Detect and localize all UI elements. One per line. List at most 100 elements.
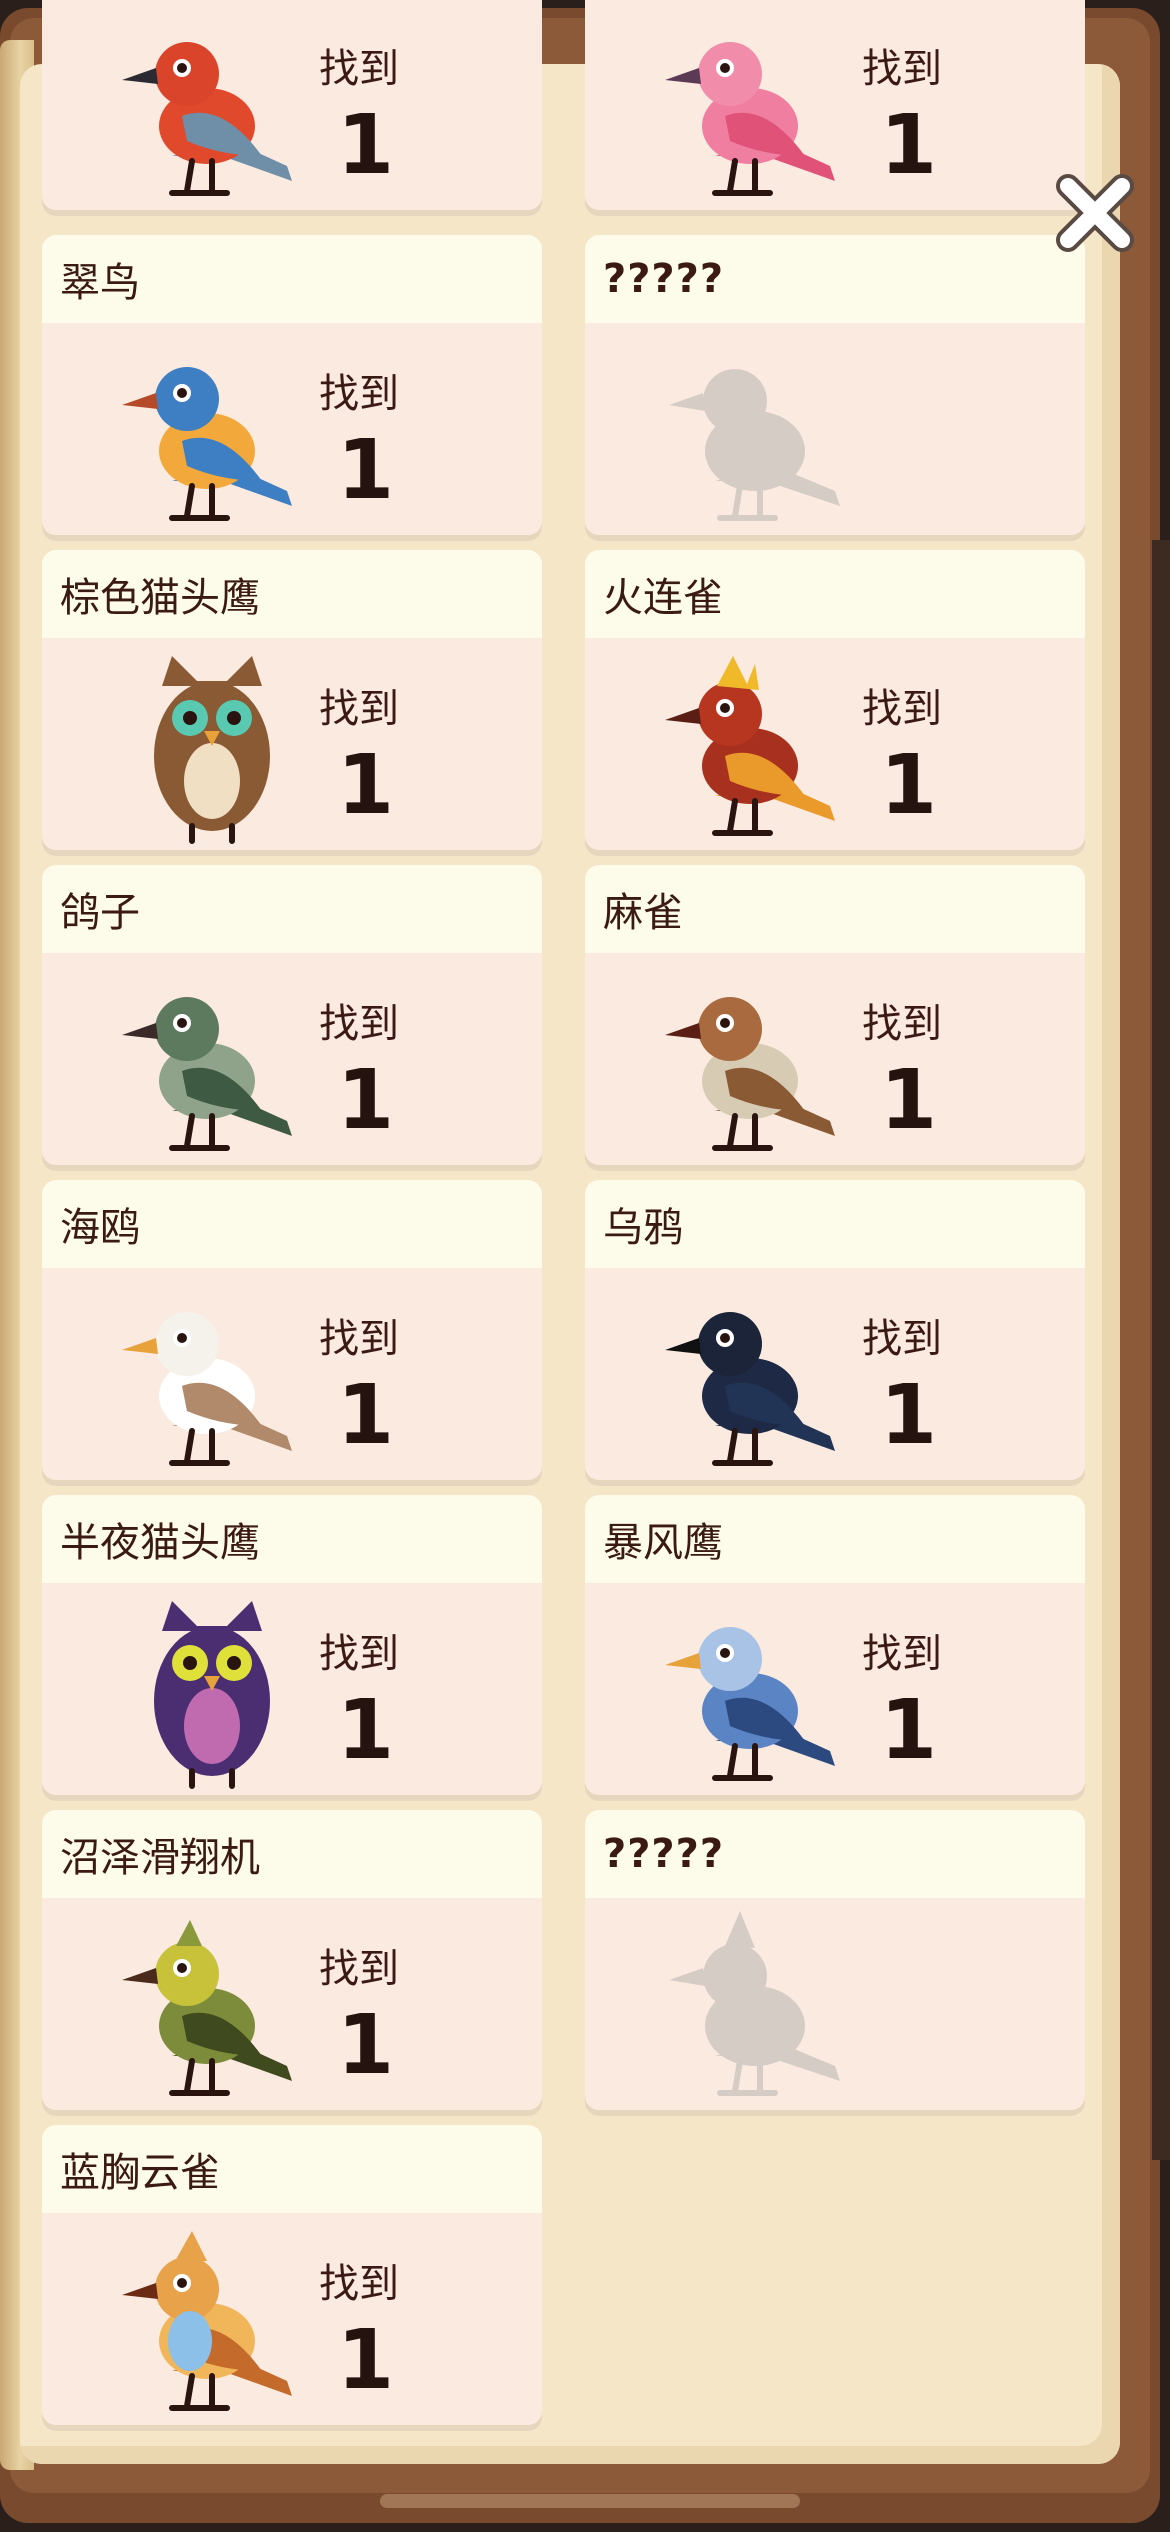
bird-card-body: 找到 1 — [585, 0, 1085, 210]
bird-card[interactable]: 暴风鹰 找到 1 — [585, 1495, 1085, 1795]
found-label: 找到 — [319, 1001, 399, 1047]
bird-name: 麻雀 — [603, 890, 683, 936]
bird-name: 半夜猫头鹰 — [60, 1520, 260, 1566]
bird-card-body: 找到 1 — [42, 2213, 542, 2425]
bird-card[interactable]: 麻雀 找到 1 — [585, 865, 1085, 1165]
close-icon[interactable] — [1050, 168, 1140, 258]
bird-card-body: 找到 1 — [42, 638, 542, 850]
found-label: 找到 — [319, 46, 399, 92]
fire-waxwing-icon — [655, 646, 855, 846]
bird-card[interactable]: 找到 1 — [585, 0, 1085, 210]
bird-card-body: 找到 1 — [42, 323, 542, 535]
bird-card-body: 找到 1 — [585, 638, 1085, 850]
bird-card-header: 乌鸦 — [585, 1180, 1085, 1268]
found-count: 1 — [337, 1368, 395, 1463]
found-label: 找到 — [862, 1001, 942, 1047]
bird-name: 乌鸦 — [603, 1205, 683, 1251]
bird-card-header: 火连雀 — [585, 550, 1085, 638]
bird-card-header: ????? — [585, 235, 1085, 323]
found-label: 找到 — [319, 1946, 399, 1992]
bird-card[interactable]: 火连雀 找到 1 — [585, 550, 1085, 850]
silhouette-bird-icon — [655, 331, 855, 531]
storm-hawk-icon — [655, 1591, 855, 1791]
pink-bird-icon — [655, 6, 855, 206]
bird-card[interactable]: 棕色猫头鹰 找到 1 — [42, 550, 542, 850]
bird-card-body: 找到 1 — [42, 1898, 542, 2110]
bird-card[interactable]: 沼泽滑翔机 找到 1 — [42, 1810, 542, 2110]
found-count: 1 — [880, 1368, 938, 1463]
bird-name: 棕色猫头鹰 — [60, 575, 260, 621]
bird-card-header: 沼泽滑翔机 — [42, 1810, 542, 1898]
found-count: 1 — [337, 98, 395, 193]
sparrow-icon — [655, 961, 855, 1161]
bird-card-header: 翠鸟 — [42, 235, 542, 323]
found-label: 找到 — [319, 2261, 399, 2307]
bird-card-body: 找到 1 — [42, 1583, 542, 1795]
bird-card[interactable]: ????? — [585, 1810, 1085, 2110]
bird-card-body: 找到 1 — [585, 1268, 1085, 1480]
home-indicator — [380, 2494, 800, 2508]
bird-card[interactable]: ????? — [585, 235, 1085, 535]
bird-card-header: 暴风鹰 — [585, 1495, 1085, 1583]
bird-card-header: 半夜猫头鹰 — [42, 1495, 542, 1583]
bird-card-body — [585, 323, 1085, 535]
swamp-glider-icon — [112, 1906, 312, 2106]
brown-owl-icon — [112, 646, 312, 846]
bird-card-body — [585, 1898, 1085, 2110]
found-label: 找到 — [319, 1631, 399, 1677]
bird-card-header: 麻雀 — [585, 865, 1085, 953]
bird-card-header: 鸽子 — [42, 865, 542, 953]
bird-card-header: 棕色猫头鹰 — [42, 550, 542, 638]
bird-card[interactable]: 海鸥 找到 1 — [42, 1180, 542, 1480]
seagull-icon — [112, 1276, 312, 1476]
pigeon-icon — [112, 961, 312, 1161]
bird-card[interactable]: 乌鸦 找到 1 — [585, 1180, 1085, 1480]
found-count: 1 — [337, 2313, 395, 2408]
bird-name: 海鸥 — [60, 1205, 140, 1251]
found-label: 找到 — [319, 1316, 399, 1362]
bird-name: 沼泽滑翔机 — [60, 1835, 260, 1881]
bird-card-header: ????? — [585, 1810, 1085, 1898]
bird-card[interactable]: 找到 1 — [42, 0, 542, 210]
bird-name: 火连雀 — [603, 575, 723, 621]
found-label: 找到 — [319, 686, 399, 732]
bird-card-body: 找到 1 — [42, 0, 542, 210]
bird-card[interactable]: 半夜猫头鹰 找到 1 — [42, 1495, 542, 1795]
found-count: 1 — [337, 423, 395, 518]
bird-card-body: 找到 1 — [42, 953, 542, 1165]
found-label: 找到 — [862, 46, 942, 92]
found-label: 找到 — [862, 1631, 942, 1677]
found-count: 1 — [880, 1053, 938, 1148]
bird-card-header: 蓝胸云雀 — [42, 2125, 542, 2213]
found-count: 1 — [880, 98, 938, 193]
bird-name: ????? — [603, 256, 725, 302]
background-strip — [1152, 540, 1170, 2160]
found-count: 1 — [880, 1683, 938, 1778]
bird-name: 翠鸟 — [60, 260, 140, 306]
bird-card-body: 找到 1 — [585, 1583, 1085, 1795]
bird-card-body: 找到 1 — [42, 1268, 542, 1480]
red-bird-icon — [112, 6, 312, 206]
silhouette-crested-bird-icon — [655, 1906, 855, 2106]
found-label: 找到 — [862, 686, 942, 732]
bird-name: 暴风鹰 — [603, 1520, 723, 1566]
found-label: 找到 — [319, 371, 399, 417]
bird-card[interactable]: 蓝胸云雀 找到 1 — [42, 2125, 542, 2425]
bird-name: ????? — [603, 1831, 725, 1877]
crow-icon — [655, 1276, 855, 1476]
bird-name: 蓝胸云雀 — [60, 2150, 220, 2196]
found-count: 1 — [880, 738, 938, 833]
found-count: 1 — [337, 738, 395, 833]
blue-breast-lark-icon — [112, 2221, 312, 2421]
found-label: 找到 — [862, 1316, 942, 1362]
bird-name: 鸽子 — [60, 890, 140, 936]
bird-card[interactable]: 鸽子 找到 1 — [42, 865, 542, 1165]
found-count: 1 — [337, 1683, 395, 1778]
kingfisher-icon — [112, 331, 312, 531]
found-count: 1 — [337, 1053, 395, 1148]
bird-card-header: 海鸥 — [42, 1180, 542, 1268]
bird-card[interactable]: 翠鸟 找到 1 — [42, 235, 542, 535]
found-count: 1 — [337, 1998, 395, 2093]
midnight-owl-icon — [112, 1591, 312, 1791]
bird-card-body: 找到 1 — [585, 953, 1085, 1165]
